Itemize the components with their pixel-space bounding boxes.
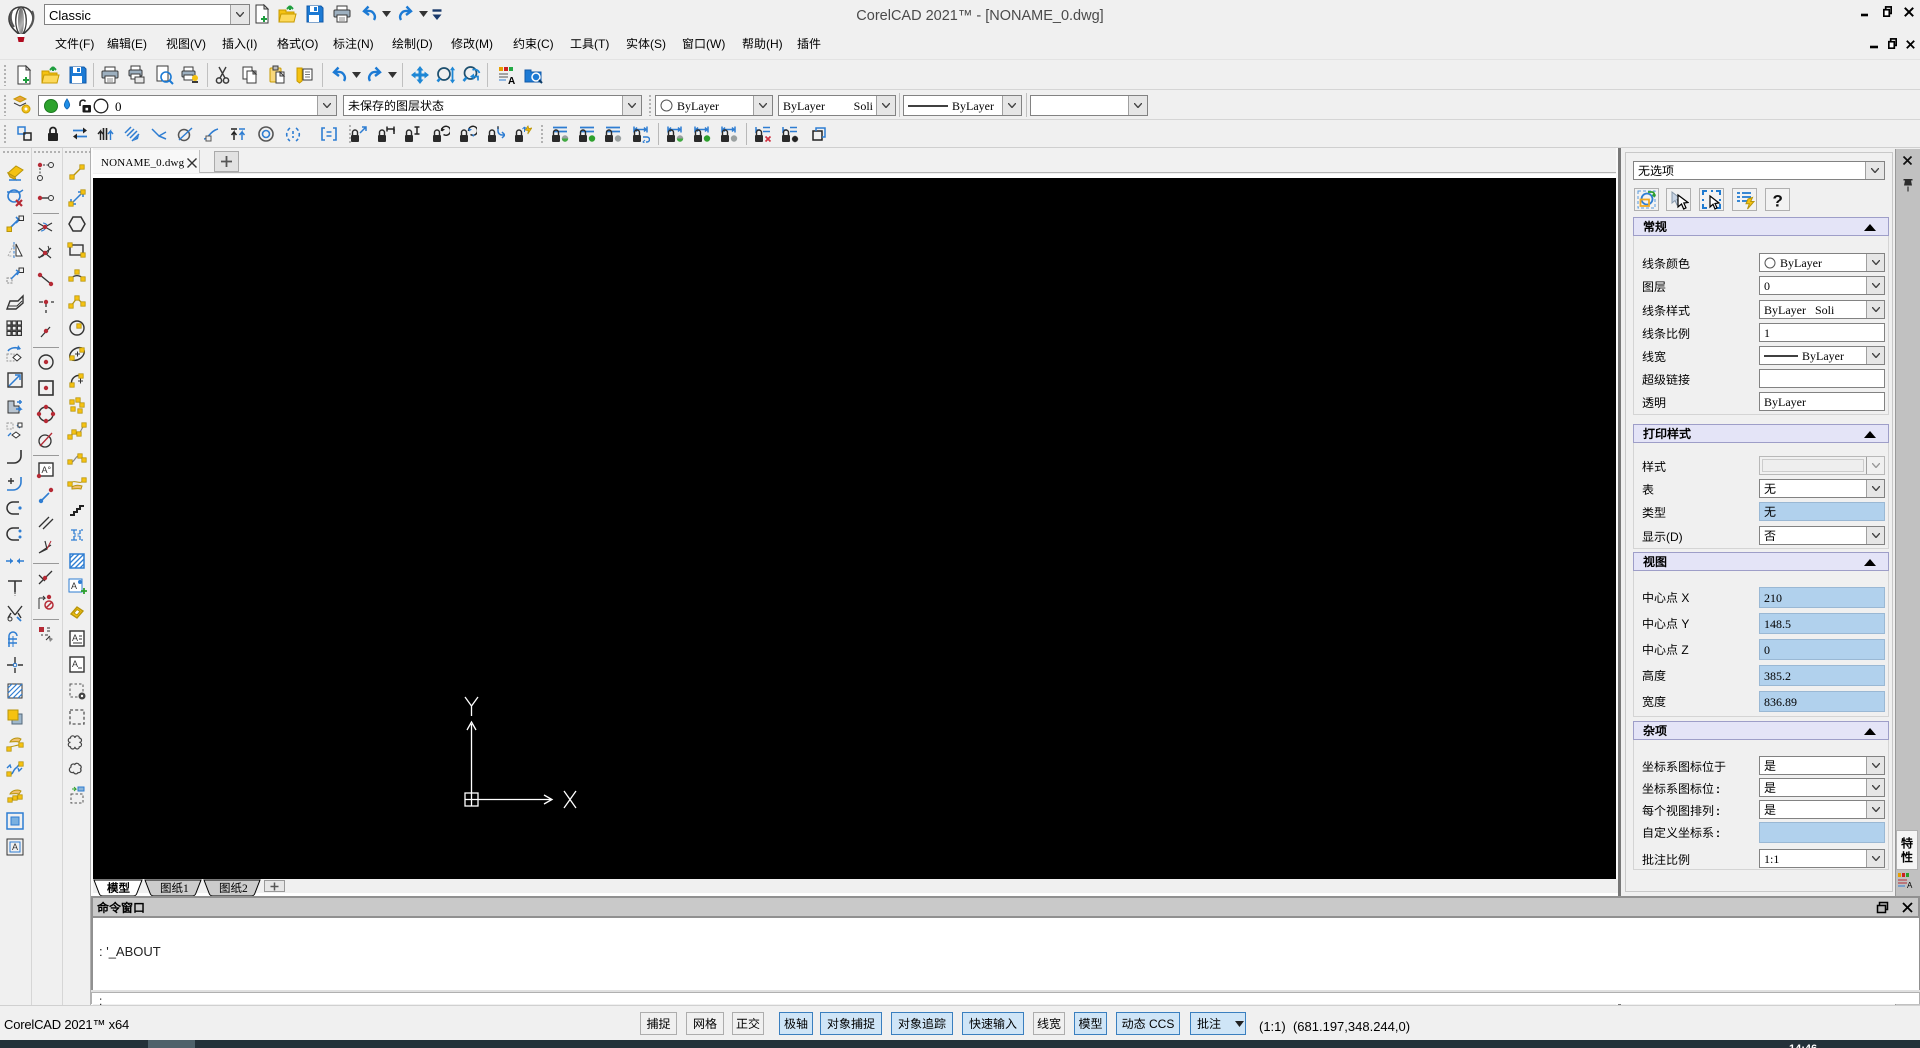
svg-text:A: A bbox=[72, 631, 78, 644]
svg-text:图纸1: 图纸1 bbox=[160, 880, 189, 896]
svg-text:?: ? bbox=[1772, 191, 1782, 210]
svg-text:A: A bbox=[12, 840, 18, 853]
svg-text:A: A bbox=[72, 657, 78, 670]
svg-text:A: A bbox=[71, 579, 77, 592]
svg-text:图纸2: 图纸2 bbox=[219, 880, 248, 896]
svg-text:A: A bbox=[1907, 880, 1913, 888]
svg-text:模型: 模型 bbox=[107, 880, 130, 896]
svg-text:A°: A° bbox=[42, 463, 52, 476]
svg-text:A: A bbox=[508, 72, 515, 85]
